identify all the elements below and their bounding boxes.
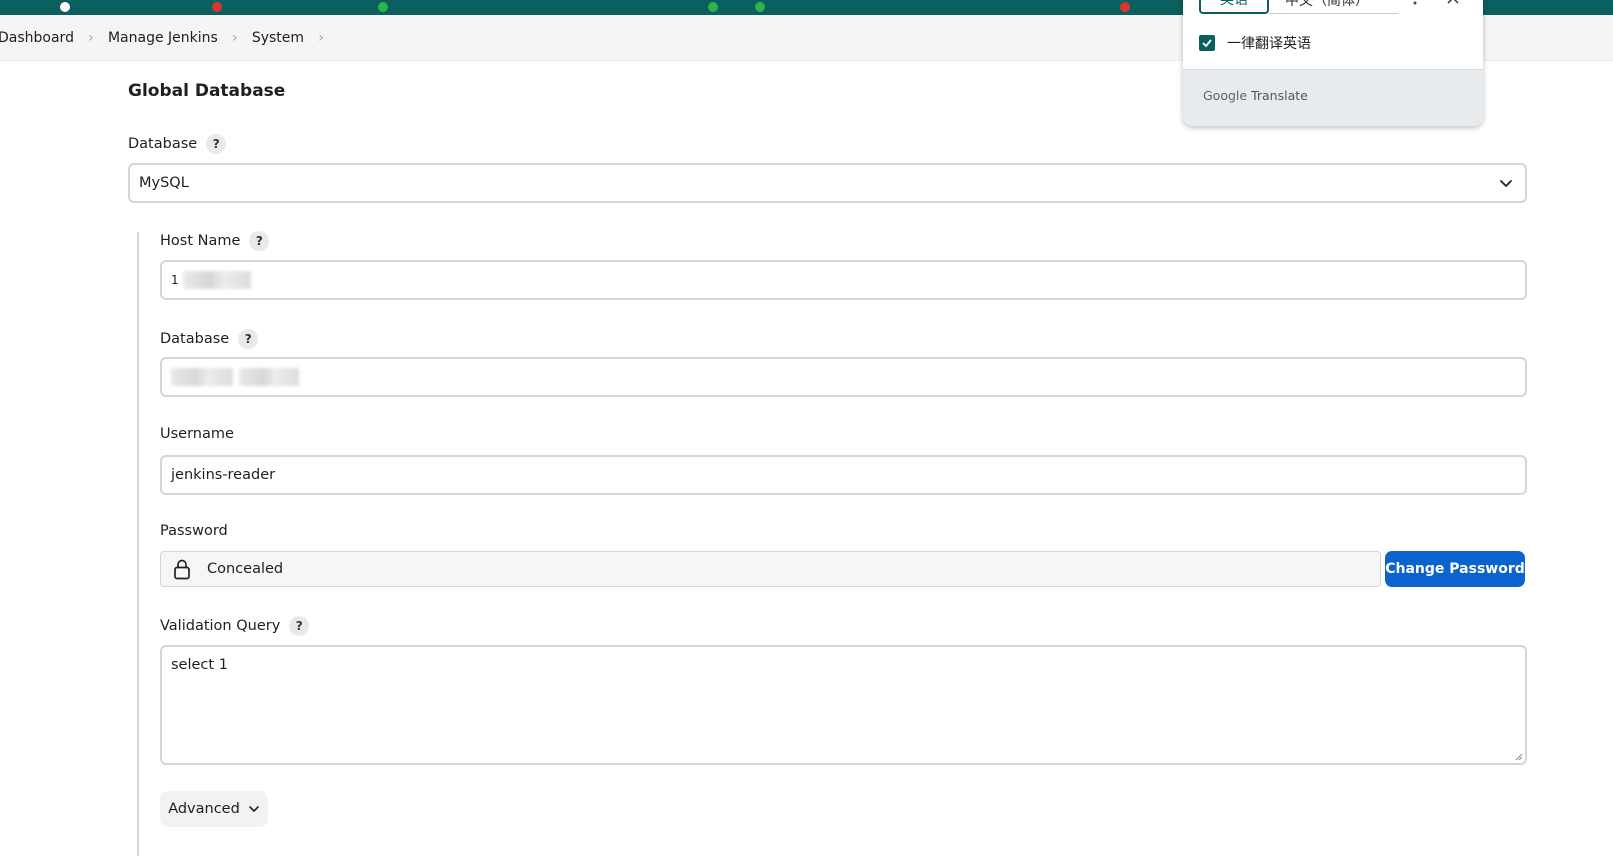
host-name-label: Host Name [160, 233, 241, 249]
bookmark-icon[interactable] [60, 2, 70, 12]
brand-translate: Translate [1251, 88, 1308, 103]
lock-icon [174, 559, 190, 580]
change-password-button[interactable]: Change Password [1385, 551, 1525, 587]
chevron-down-icon [249, 806, 259, 812]
resize-handle-icon[interactable] [1514, 752, 1523, 761]
help-icon[interactable]: ? [289, 616, 310, 636]
username-label-row: Username [160, 426, 234, 442]
advanced-button[interactable]: Advanced [160, 791, 268, 827]
database-name-label: Database [160, 331, 230, 347]
password-value: Concealed [207, 561, 284, 577]
always-translate-label: 一律翻译英语 [1227, 36, 1311, 52]
chevron-down-icon [1500, 180, 1512, 187]
password-label: Password [160, 523, 228, 539]
username-label: Username [160, 426, 234, 442]
bookmark-icon[interactable] [212, 2, 222, 12]
host-name-label-row: Host Name ? [160, 231, 270, 251]
password-field: Concealed [160, 551, 1381, 587]
brand-google: Google [1203, 88, 1248, 103]
database-select-value: MySQL [139, 175, 189, 191]
tab-source-language[interactable]: 英语 [1199, 0, 1269, 14]
validation-query-label: Validation Query [160, 618, 281, 634]
password-label-row: Password [160, 523, 228, 539]
group-indent-rule [137, 232, 139, 856]
bookmark-icon[interactable] [378, 2, 388, 12]
validation-query-value: select 1 [171, 657, 228, 673]
google-translate-popup: 英语 中文（简体） 一律翻译英语 Google Translate [1183, 0, 1483, 126]
database-select[interactable]: MySQL [128, 163, 1527, 203]
bookmark-icon[interactable] [708, 2, 718, 12]
redacted-text [182, 271, 251, 289]
section-title: Global Database [128, 81, 286, 101]
checkbox-checked-icon[interactable] [1199, 35, 1215, 51]
redacted-text [171, 368, 233, 386]
google-translate-logo: Google Translate [1203, 88, 1308, 103]
redacted-text [239, 368, 299, 386]
database-name-label-row: Database ? [160, 329, 259, 349]
validation-query-label-row: Validation Query ? [160, 616, 310, 636]
bookmark-icon[interactable] [755, 2, 765, 12]
username-field[interactable]: jenkins-reader [160, 455, 1527, 495]
username-value: jenkins-reader [171, 467, 276, 483]
chevron-right-icon[interactable]: › [304, 30, 338, 46]
advanced-label: Advanced [168, 801, 240, 817]
host-name-field[interactable]: 1 [160, 260, 1527, 300]
database-name-field[interactable] [160, 357, 1527, 397]
help-icon[interactable]: ? [206, 134, 227, 154]
breadcrumb: Dashboard › Manage Jenkins › System › [0, 30, 338, 46]
host-name-value: 1 [171, 273, 179, 287]
help-icon[interactable]: ? [249, 231, 270, 251]
validation-query-textarea[interactable]: select 1 [160, 645, 1527, 765]
breadcrumb-dashboard[interactable]: Dashboard [0, 30, 74, 46]
bookmark-icon[interactable] [1120, 2, 1130, 12]
help-icon[interactable]: ? [238, 329, 259, 349]
database-select-label-row: Database ? [128, 134, 227, 154]
more-vert-icon[interactable] [1407, 0, 1423, 6]
tab-target-language[interactable]: 中文（简体） [1269, 0, 1399, 14]
breadcrumb-system[interactable]: System [252, 30, 304, 46]
breadcrumb-manage-jenkins[interactable]: Manage Jenkins [108, 30, 218, 46]
chevron-right-icon: › [88, 30, 94, 46]
always-translate-option[interactable]: 一律翻译英语 [1199, 33, 1311, 53]
chevron-right-icon: › [232, 30, 238, 46]
close-icon[interactable] [1445, 0, 1461, 6]
translate-language-tabs: 英语 中文（简体） [1199, 0, 1399, 14]
translate-footer: Google Translate [1183, 69, 1483, 126]
database-select-label: Database [128, 136, 198, 152]
